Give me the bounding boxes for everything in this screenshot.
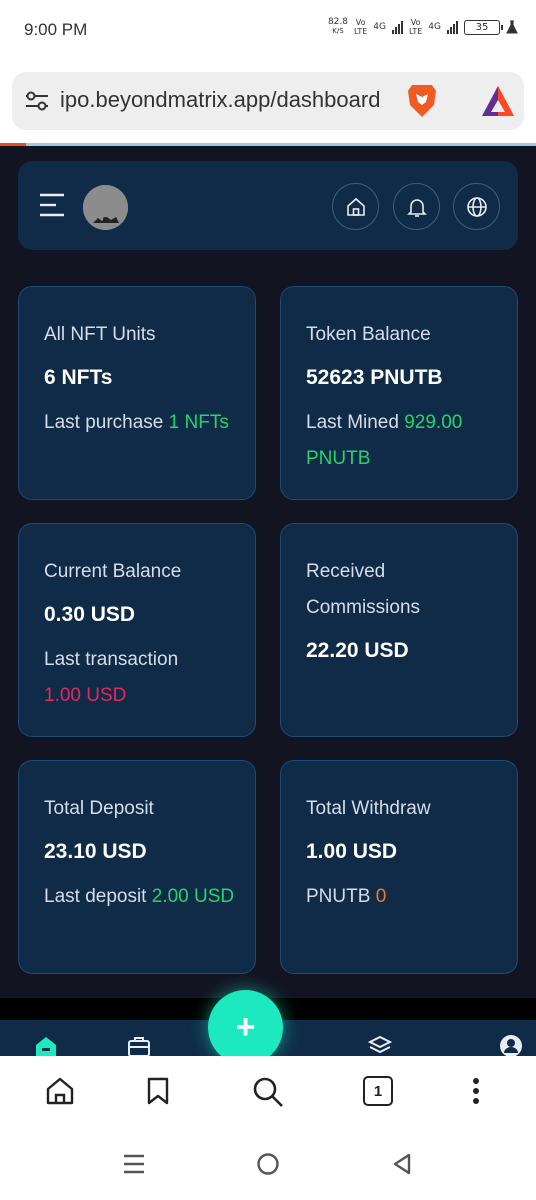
total-deposit-card: Total Deposit 23.10 USD Last deposit 2.0… — [18, 760, 256, 974]
url-text[interactable]: ipo.beyondmatrix.app/dashboard — [60, 87, 402, 113]
speed-unit: K/S — [332, 27, 344, 35]
card-value: 52623 PNUTB — [306, 366, 443, 389]
brave-shield-icon[interactable] — [404, 82, 440, 120]
site-settings-icon[interactable] — [24, 90, 50, 112]
app-header — [18, 161, 518, 250]
card-title: Current Balance — [44, 561, 182, 582]
total-withdraw-card: Total Withdraw 1.00 USD PNUTB 0 — [280, 760, 518, 974]
current-balance-card: Current Balance 0.30 USD Last transactio… — [18, 523, 256, 737]
card-value: 22.20 USD — [306, 639, 409, 662]
home-icon[interactable] — [34, 1034, 58, 1056]
card-subtext: Last transaction 1.00 USD — [44, 642, 244, 714]
signal-icon — [392, 20, 403, 34]
network-speed: 82.8 K/S — [328, 18, 348, 36]
address-bar[interactable]: ipo.beyondmatrix.app/dashboard — [12, 72, 524, 130]
volte-2-top: Vo — [410, 18, 421, 27]
browser-toolbar: 1 — [0, 1056, 536, 1130]
bookmark-icon[interactable] — [145, 1076, 171, 1106]
card-sub-value: 0 — [375, 886, 387, 907]
notifications-button[interactable] — [393, 183, 440, 230]
tab-count: 1 — [373, 1082, 383, 1100]
card-value: 6 NFTs — [44, 366, 113, 389]
menu-icon[interactable] — [38, 192, 66, 218]
network-gen-2: 4G — [428, 22, 441, 32]
card-sub-label: Last deposit — [44, 886, 147, 907]
signal-icon — [447, 20, 458, 34]
battery-level: 35 — [475, 21, 489, 33]
layers-icon[interactable] — [368, 1034, 392, 1056]
card-title: Token Balance — [306, 324, 431, 345]
card-sub-label: Last purchase — [44, 412, 164, 433]
card-sub-value: 2.00 USD — [151, 886, 235, 907]
speed-value: 82.8 — [327, 17, 348, 27]
more-icon[interactable] — [470, 1076, 482, 1106]
user-icon[interactable] — [499, 1034, 523, 1056]
home-icon[interactable] — [45, 1076, 75, 1106]
briefcase-icon[interactable] — [127, 1034, 151, 1056]
avatar-image — [83, 185, 128, 230]
card-value: 23.10 USD — [44, 840, 147, 863]
recents-icon[interactable] — [122, 1152, 146, 1176]
globe-icon — [466, 196, 487, 217]
card-title: Total Deposit — [44, 798, 154, 819]
status-bar: 9:00 PM 82.8 K/S Vo LTE 4G Vo LTE 4G 35 — [0, 0, 536, 60]
search-icon[interactable] — [252, 1076, 284, 1108]
card-value: 1.00 USD — [306, 840, 398, 863]
dashboard-app: All NFT Units 6 NFTs Last purchase 1 NFT… — [0, 146, 536, 1065]
card-subtext: Last Mined 929.00 PNUTB — [306, 405, 506, 477]
add-icon: + — [235, 1008, 256, 1046]
home-button[interactable] — [332, 183, 379, 230]
add-button[interactable]: + — [208, 990, 283, 1065]
rewards-icon[interactable] — [480, 84, 516, 118]
card-title: All NFT Units — [44, 324, 156, 345]
card-title: Received Commissions — [306, 561, 421, 618]
volte-1: Vo LTE — [354, 18, 367, 36]
volte-2-bottom: LTE — [409, 27, 423, 36]
bell-icon — [406, 198, 427, 217]
flask-icon — [506, 20, 518, 34]
card-subtext: PNUTB 0 — [306, 879, 506, 915]
card-sub-value: 1.00 USD — [44, 685, 127, 706]
battery-icon: 35 — [464, 19, 503, 35]
card-title: Total Withdraw — [306, 798, 431, 819]
status-indicators: 82.8 K/S Vo LTE 4G Vo LTE 4G 35 — [328, 18, 518, 36]
card-value: 0.30 USD — [44, 603, 136, 626]
network-gen-1: 4G — [373, 22, 386, 32]
card-subtext: Last purchase 1 NFTs — [44, 405, 244, 441]
card-subtext: Last deposit 2.00 USD — [44, 879, 244, 915]
token-balance-card: Token Balance 52623 PNUTB Last Mined 929… — [280, 286, 518, 500]
avatar[interactable] — [83, 185, 128, 230]
home-icon[interactable] — [256, 1152, 280, 1176]
back-icon[interactable] — [390, 1152, 414, 1176]
card-sub-label: PNUTB — [306, 886, 371, 907]
card-sub-value: 1 NFTs — [168, 412, 229, 433]
system-navigation — [0, 1130, 536, 1200]
volte-1-top: Vo — [355, 18, 366, 27]
tabs-icon[interactable]: 1 — [363, 1076, 393, 1106]
home-icon — [346, 197, 365, 216]
card-sub-label: Last transaction — [44, 649, 179, 670]
language-button[interactable] — [453, 183, 500, 230]
status-time: 9:00 PM — [24, 20, 88, 39]
volte-2: Vo LTE — [409, 18, 422, 36]
volte-1-bottom: LTE — [354, 27, 368, 36]
card-sub-label: Last Mined — [306, 412, 399, 433]
commissions-card: Received Commissions 22.20 USD — [280, 523, 518, 737]
nft-units-card: All NFT Units 6 NFTs Last purchase 1 NFT… — [18, 286, 256, 500]
